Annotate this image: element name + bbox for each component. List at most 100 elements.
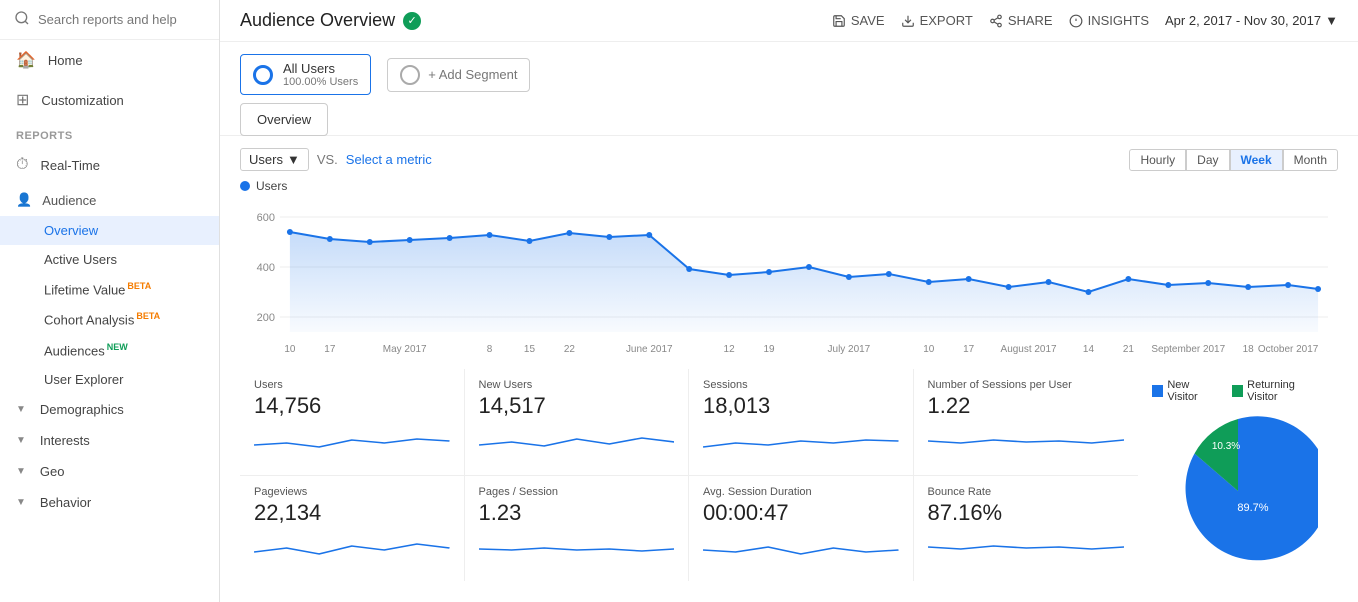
sidebar-item-active-users[interactable]: Active Users: [0, 245, 219, 274]
line-chart-svg: 600 400 200: [240, 197, 1338, 357]
stat-card-bounce-rate: Bounce Rate 87.16%: [914, 476, 1139, 582]
select-metric-link[interactable]: Select a metric: [346, 152, 432, 167]
new-visitor-label: New Visitor: [1167, 379, 1219, 403]
svg-text:200: 200: [257, 312, 275, 324]
add-segment-button[interactable]: + Add Segment: [387, 58, 530, 92]
overview-tab-bar: Overview: [220, 103, 1358, 136]
insights-button[interactable]: INSIGHTS: [1069, 13, 1149, 28]
sidebar-item-lifetime-value[interactable]: Lifetime ValueBETA: [0, 274, 219, 304]
demographics-label: Demographics: [40, 402, 124, 417]
sidebar-item-behavior[interactable]: ▼ Behavior: [0, 487, 219, 518]
chart-point: [1205, 280, 1211, 286]
main-content: Audience Overview ✓ SAVE EXPORT SHARE IN…: [220, 0, 1358, 602]
sidebar-item-interests[interactable]: ▼ Interests: [0, 425, 219, 456]
date-range[interactable]: Apr 2, 2017 - Nov 30, 2017 ▼: [1165, 13, 1338, 28]
add-segment-label: + Add Segment: [428, 67, 517, 82]
chart-area: 600 400 200: [240, 197, 1338, 357]
home-label: Home: [48, 53, 83, 68]
chart-point: [1245, 284, 1251, 290]
topbar: Audience Overview ✓ SAVE EXPORT SHARE IN…: [220, 0, 1358, 42]
svg-text:10: 10: [923, 344, 935, 355]
stat-value-avg-session-duration: 00:00:47: [703, 500, 899, 526]
stats-section: Users 14,756 New Users 14,517 Sessions 1…: [220, 357, 1358, 593]
new-visitor-color-box: [1152, 385, 1163, 397]
segment-info: All Users 100.00% Users: [283, 61, 358, 88]
interests-label: Interests: [40, 433, 90, 448]
audience-icon: 👤: [16, 192, 32, 208]
stat-label-sessions-per-user: Number of Sessions per User: [928, 379, 1125, 391]
svg-text:October 2017: October 2017: [1258, 344, 1319, 355]
search-bar[interactable]: Search reports and help: [0, 0, 219, 40]
svg-text:8: 8: [487, 344, 493, 355]
sidebar-item-customization[interactable]: ⊞ Customization: [0, 80, 219, 120]
new-badge-audiences: NEW: [107, 342, 128, 352]
pie-legend-returning-visitor: Returning Visitor: [1232, 379, 1324, 403]
user-explorer-label: User Explorer: [44, 372, 123, 387]
stat-card-avg-session-duration: Avg. Session Duration 00:00:47: [689, 476, 914, 582]
chart-point: [1085, 289, 1091, 295]
export-button[interactable]: EXPORT: [901, 13, 973, 28]
vs-label: VS.: [317, 152, 338, 167]
sidebar-item-realtime[interactable]: ⏱ Real-Time: [0, 146, 219, 184]
audiences-label: Audiences: [44, 343, 105, 358]
svg-text:10: 10: [284, 344, 296, 355]
insights-label: INSIGHTS: [1088, 13, 1149, 28]
chart-point: [1125, 276, 1131, 282]
sidebar-item-audience[interactable]: 👤 Audience: [0, 184, 219, 216]
segment-circle-icon: [253, 65, 273, 85]
sidebar-item-geo[interactable]: ▼ Geo: [0, 456, 219, 487]
lifetime-value-label: Lifetime Value: [44, 282, 125, 297]
pie-new-visitor-pct: 89.7%: [1237, 502, 1268, 514]
sparkline-pageviews: [254, 532, 450, 562]
chart-point: [407, 237, 413, 243]
chart-point: [487, 232, 493, 238]
svg-text:18: 18: [1243, 344, 1255, 355]
metric-dropdown-arrow: ▼: [287, 152, 300, 167]
cohort-label: Cohort Analysis: [44, 313, 134, 328]
date-range-arrow: ▼: [1325, 13, 1338, 28]
sidebar-item-cohort-analysis[interactable]: Cohort AnalysisBETA: [0, 304, 219, 334]
sparkline-sessions-per-user: [928, 425, 1125, 455]
share-button[interactable]: SHARE: [989, 13, 1053, 28]
arrow-demographics-icon: ▼: [16, 404, 26, 415]
save-button[interactable]: SAVE: [832, 13, 885, 28]
pie-chart-svg: 89.7% 10.3%: [1158, 411, 1318, 571]
svg-text:14: 14: [1083, 344, 1095, 355]
sidebar-item-user-explorer[interactable]: User Explorer: [0, 365, 219, 394]
sidebar-item-audiences[interactable]: AudiencesNEW: [0, 335, 219, 365]
svg-text:21: 21: [1123, 344, 1135, 355]
chart-point: [287, 229, 293, 235]
stat-value-bounce-rate: 87.16%: [928, 500, 1125, 526]
sparkline-pages-per-session: [479, 532, 675, 562]
segment-bar-left: All Users 100.00% Users + Add Segment: [240, 54, 530, 95]
metric-label: Users: [249, 152, 283, 167]
time-btn-month[interactable]: Month: [1283, 149, 1338, 171]
sparkline-users: [254, 425, 450, 455]
active-users-label: Active Users: [44, 252, 117, 267]
chart-legend: Users: [240, 179, 1338, 193]
tab-overview[interactable]: Overview: [240, 103, 328, 136]
topbar-left: Audience Overview ✓: [240, 10, 421, 31]
users-legend-dot: [240, 181, 250, 191]
stat-label-users: Users: [254, 379, 450, 391]
stat-label-pages-per-session: Pages / Session: [479, 486, 675, 498]
arrow-geo-icon: ▼: [16, 466, 26, 477]
sidebar-item-overview[interactable]: Overview: [0, 216, 219, 245]
svg-text:19: 19: [763, 344, 775, 355]
chart-point: [966, 276, 972, 282]
time-btn-hourly[interactable]: Hourly: [1129, 149, 1186, 171]
time-btn-day[interactable]: Day: [1186, 149, 1229, 171]
time-btn-week[interactable]: Week: [1230, 149, 1283, 171]
chart-section: Users ▼ VS. Select a metric Hourly Day W…: [220, 136, 1358, 357]
metric-dropdown[interactable]: Users ▼: [240, 148, 309, 171]
stat-card-users: Users 14,756: [240, 369, 465, 476]
chart-point: [886, 271, 892, 277]
sidebar-item-demographics[interactable]: ▼ Demographics: [0, 394, 219, 425]
beta-badge-cohort: BETA: [136, 311, 160, 321]
svg-text:May 2017: May 2017: [383, 344, 427, 355]
all-users-segment[interactable]: All Users 100.00% Users: [240, 54, 371, 95]
sparkline-avg-session-duration: [703, 532, 899, 562]
chart-point: [606, 234, 612, 240]
sidebar-item-home[interactable]: 🏠 Home: [0, 40, 219, 80]
verified-icon: ✓: [403, 12, 421, 30]
